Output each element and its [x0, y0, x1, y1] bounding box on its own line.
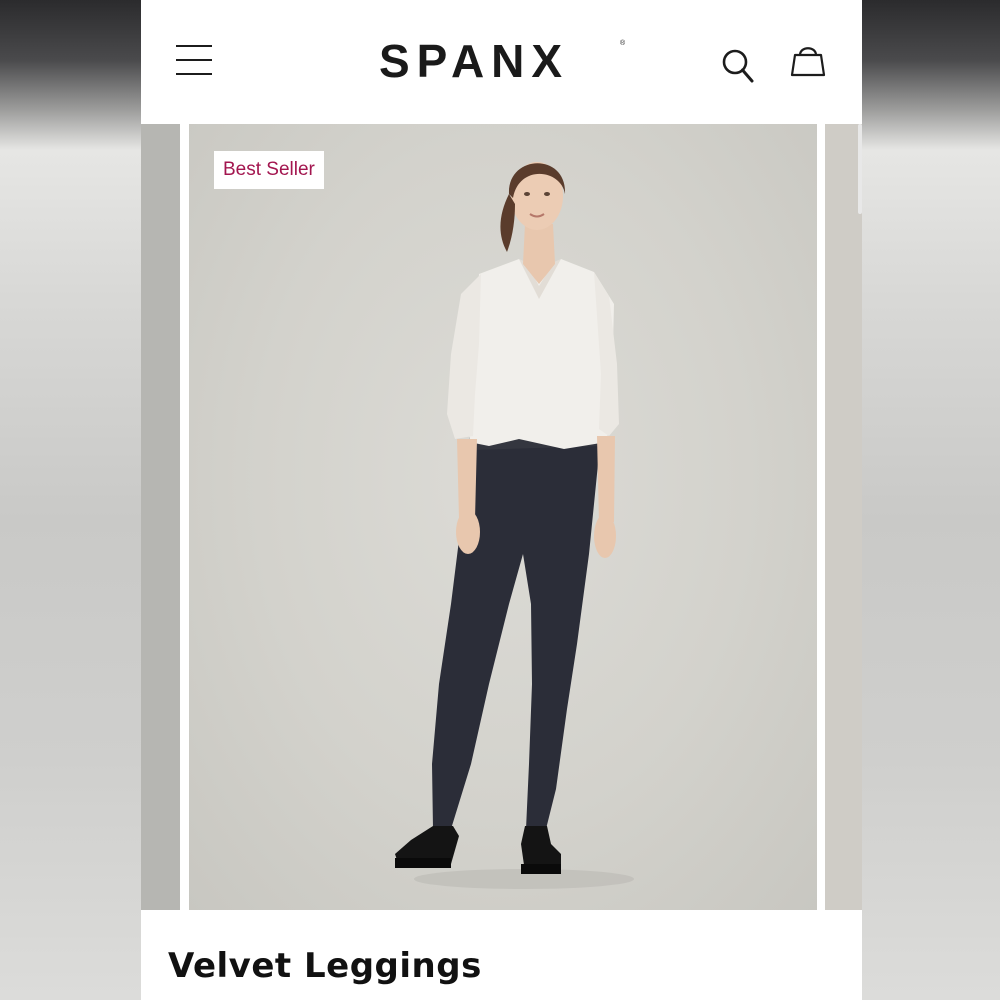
model-photo: [395, 162, 634, 889]
search-icon[interactable]: [721, 46, 755, 84]
product-title: Velvet Leggings: [168, 946, 482, 986]
mobile-page: SPANX ® Best Seller Velvet Leggings: [141, 0, 862, 1000]
product-info: Velvet Leggings: [141, 910, 862, 1000]
product-main-image[interactable]: Best Seller: [189, 124, 817, 910]
previous-slide-peek[interactable]: [141, 124, 180, 910]
blurred-backdrop-left: [0, 0, 141, 1000]
shopping-bag-icon[interactable]: [789, 42, 827, 78]
site-header: SPANX ®: [141, 0, 862, 124]
next-slide-peek[interactable]: [825, 124, 862, 910]
blurred-backdrop-right: [862, 0, 1000, 1000]
scrollbar-thumb[interactable]: [858, 124, 862, 214]
hamburger-menu-icon[interactable]: [176, 45, 212, 75]
brand-logo[interactable]: SPANX: [379, 36, 625, 86]
registered-mark: ®: [620, 40, 626, 47]
product-image-carousel[interactable]: Best Seller: [141, 124, 862, 910]
best-seller-badge: Best Seller: [214, 151, 324, 189]
